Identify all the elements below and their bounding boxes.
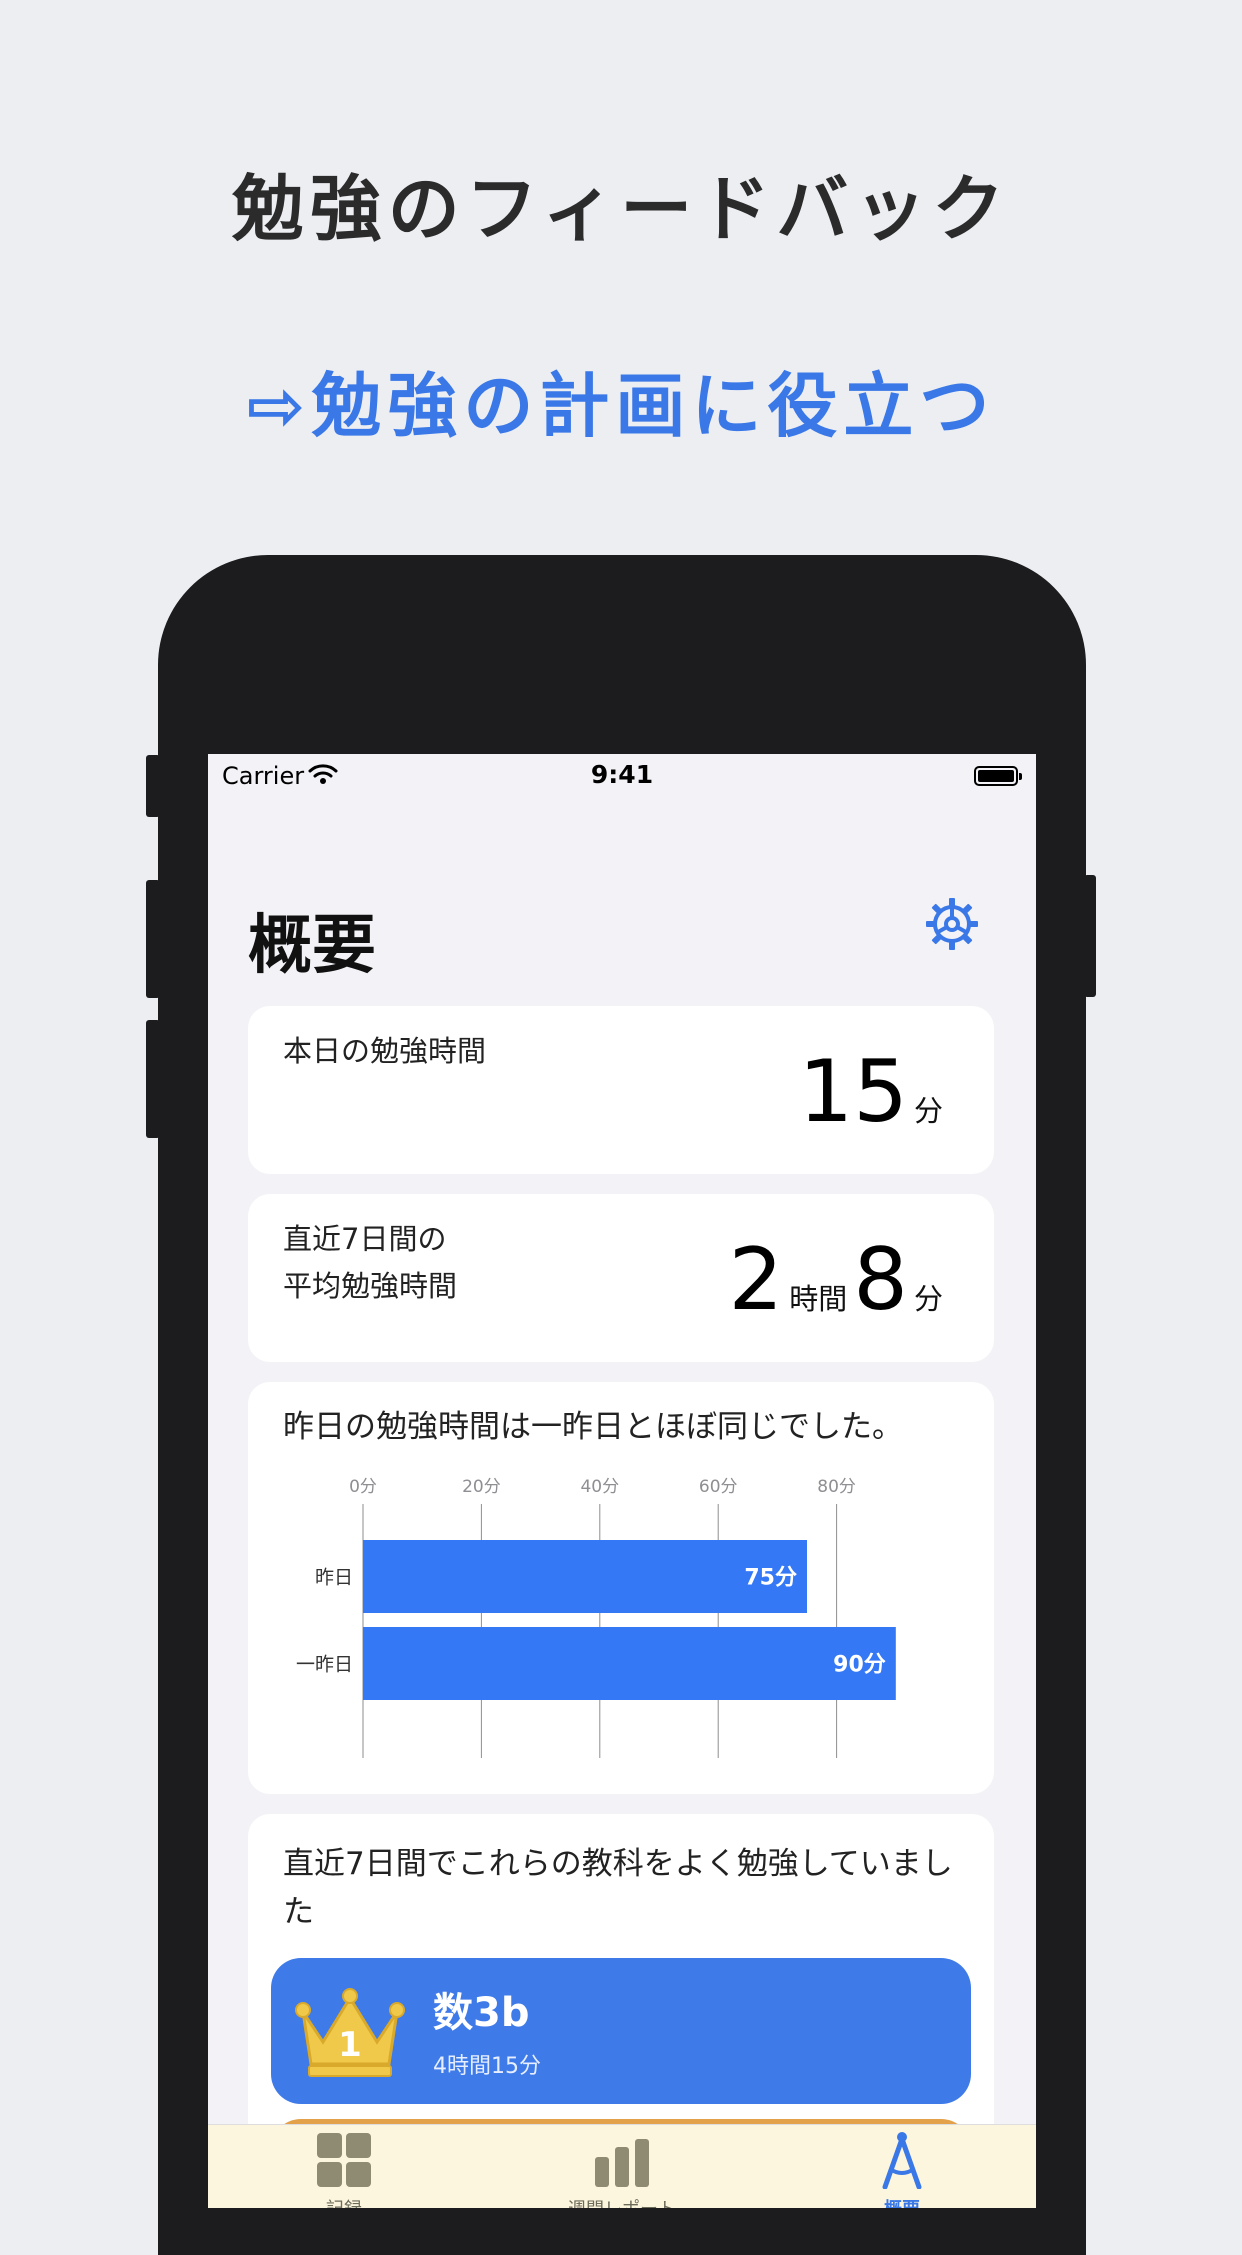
- status-time: 9:41: [590, 760, 654, 789]
- settings-gear-icon[interactable]: [924, 896, 980, 952]
- rank-1-subject[interactable]: 1 数3b 4時間15分: [271, 1958, 971, 2104]
- crown-icon: 1: [295, 1988, 405, 2077]
- subject-ranking-message: 直近7日間でこれらの教科をよく勉強していました: [283, 1846, 953, 1930]
- status-bar: Carrier 9:41: [208, 754, 1036, 798]
- average-study-card: 直近7日間の 平均勉強時間 2 時間8 分: [248, 1194, 994, 1362]
- promo-subheadline: ⇨勉強の計画に役立つ: [246, 365, 996, 447]
- today-value: 15 分: [799, 1042, 949, 1142]
- average-hours-unit: 時間: [789, 1282, 848, 1316]
- rank-1-subject-name: 数3b: [433, 1990, 530, 2036]
- average-value: 2 時間8 分: [729, 1230, 949, 1330]
- average-minutes: 8: [853, 1230, 908, 1330]
- compass-icon: [882, 2132, 922, 2190]
- rank-1-subject-time: 4時間15分: [433, 2054, 541, 2079]
- chart-value-label: 75分: [744, 1566, 797, 1591]
- chart-value-label: 90分: [833, 1653, 886, 1678]
- today-study-card: 本日の勉強時間 15 分: [248, 1006, 994, 1174]
- mute-switch: [146, 755, 160, 817]
- app-screen: Carrier 9:41 概要 本日の勉強時間 15 分 直近7日間の 平均勉強…: [208, 754, 1036, 2208]
- chart-tick-label: 20分: [462, 1477, 501, 1497]
- chart-tick-label: 40分: [580, 1477, 619, 1497]
- tab-bar: 記録 週間レポート 概要: [208, 2124, 1036, 2208]
- power-button: [1084, 875, 1096, 997]
- comparison-bar-chart: 0分 20分 40分 60分 80分昨日 75分一昨日 90分: [296, 1477, 896, 1758]
- tab-weekly-report[interactable]: 週間レポート: [532, 2131, 712, 2208]
- volume-up-button: [146, 880, 160, 998]
- comparison-message: 昨日の勉強時間は一昨日とほぼ同じでした。: [283, 1409, 903, 1445]
- chart-bar: [363, 1627, 896, 1700]
- average-label-line1: 直近7日間の: [283, 1222, 447, 1256]
- tab-overview[interactable]: 概要: [812, 2131, 992, 2208]
- page-title: 概要: [248, 909, 376, 983]
- chart-tick-label: 80分: [817, 1477, 856, 1497]
- rank-number: 1: [338, 2025, 362, 2065]
- battery-icon: [974, 766, 1022, 786]
- tab-record-label: 記録: [254, 2195, 434, 2208]
- average-minutes-unit: 分: [913, 1282, 943, 1316]
- promo-headline: 勉強のフィードバック: [231, 167, 1011, 251]
- tab-record[interactable]: 記録: [254, 2131, 434, 2208]
- today-minutes-unit: 分: [913, 1094, 943, 1128]
- chart-category-label: 昨日: [315, 1567, 353, 1589]
- chart-category-label: 一昨日: [296, 1654, 353, 1676]
- bar-chart-icon: [595, 2139, 649, 2187]
- today-label: 本日の勉強時間: [283, 1034, 487, 1068]
- average-label-line2: 平均勉強時間: [283, 1269, 458, 1303]
- tab-weekly-report-label: 週間レポート: [532, 2195, 712, 2208]
- average-hours: 2: [728, 1230, 784, 1330]
- grid-icon: [317, 2133, 371, 2187]
- today-minutes: 15: [798, 1042, 908, 1142]
- volume-down-button: [146, 1020, 160, 1138]
- chart-tick-label: 0分: [349, 1477, 377, 1497]
- chart-bar: [363, 1540, 807, 1613]
- comparison-card: 昨日の勉強時間は一昨日とほぼ同じでした。 0分 20分 40分 60分 80分昨日 75分…: [248, 1382, 994, 1794]
- average-label: 直近7日間の 平均勉強時間: [283, 1216, 457, 1310]
- chart-tick-label: 60分: [699, 1477, 738, 1497]
- tab-overview-label: 概要: [812, 2195, 992, 2208]
